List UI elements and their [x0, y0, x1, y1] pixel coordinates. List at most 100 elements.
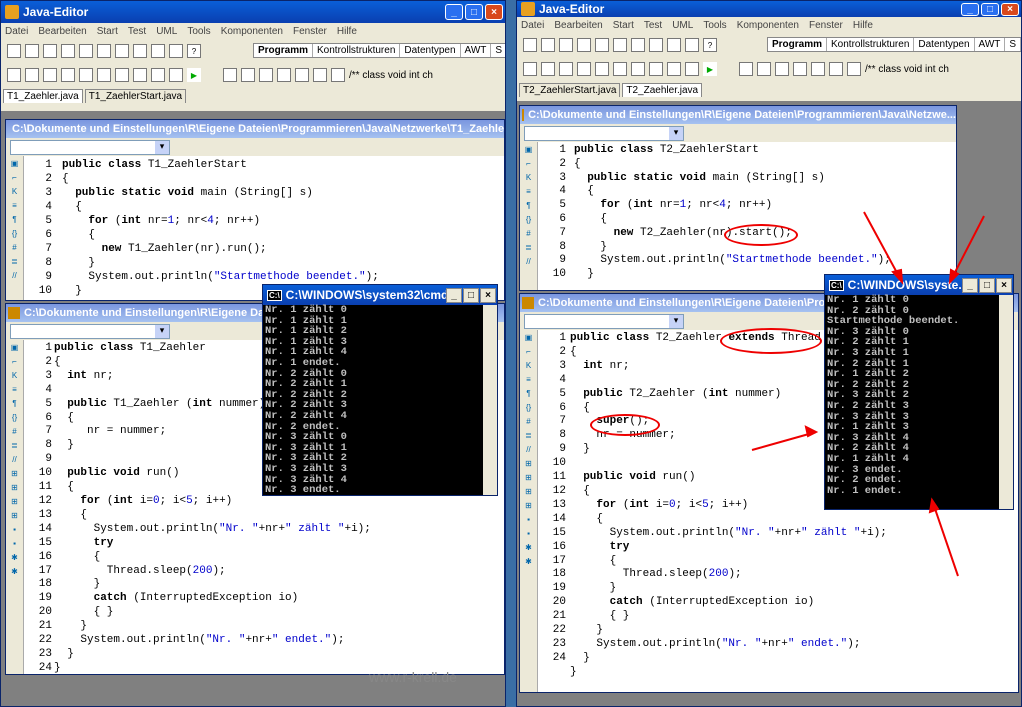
right-sub1-titlebar[interactable]: C:\Dokumente und Einstellungen\R\Eigene … — [520, 106, 956, 124]
tab-datentypen[interactable]: Datentypen — [914, 38, 975, 51]
tab-awt[interactable]: AWT — [975, 38, 1006, 51]
minimize-button[interactable]: _ — [445, 4, 463, 20]
cut-icon[interactable] — [559, 62, 573, 76]
cmd2-titlebar[interactable]: C:\ C:\WINDOWS\syste... _ □ × — [825, 275, 1013, 295]
font-icon[interactable] — [115, 68, 129, 82]
new-file-icon[interactable] — [523, 38, 537, 52]
panel-icon[interactable] — [241, 68, 255, 82]
menu-start[interactable]: Start — [613, 20, 634, 31]
menu-fenster[interactable]: Fenster — [293, 26, 327, 37]
menu-test[interactable]: Test — [644, 20, 662, 31]
copy-icon[interactable] — [577, 62, 591, 76]
structure-icon[interactable] — [685, 38, 699, 52]
menu-uml[interactable]: UML — [672, 20, 693, 31]
globe-icon[interactable] — [277, 68, 291, 82]
new-file-icon[interactable] — [7, 44, 21, 58]
menu-start[interactable]: Start — [97, 26, 118, 37]
indent-icon[interactable] — [133, 68, 147, 82]
cmd-window-1[interactable]: C:\ C:\WINDOWS\system32\cmd.exe _ □ × Nr… — [262, 284, 498, 496]
cut-icon[interactable] — [43, 68, 57, 82]
file-tab-t1-zaehler[interactable]: T1_Zaehler.java — [3, 89, 83, 103]
textfield-icon[interactable] — [829, 62, 843, 76]
redo-icon[interactable] — [541, 62, 555, 76]
file-tab-t2-zaehler[interactable]: T2_Zaehler.java — [622, 83, 703, 97]
class-icon[interactable] — [667, 38, 681, 52]
comment-icon[interactable] — [685, 62, 699, 76]
right-sub-window-start[interactable]: C:\Dokumente und Einstellungen\R\Eigene … — [519, 105, 957, 291]
maximize-button[interactable]: □ — [981, 2, 999, 16]
button-comp-icon[interactable] — [259, 68, 273, 82]
right-sub1-code[interactable]: public class T2_ZaehlerStart { public st… — [574, 144, 891, 282]
menu-bearbeiten[interactable]: Bearbeiten — [38, 26, 86, 37]
copy-icon[interactable] — [61, 68, 75, 82]
file-tab-t1-zaehlerstart[interactable]: T1_ZaehlerStart.java — [84, 89, 187, 103]
redo-icon[interactable] — [25, 68, 39, 82]
cmd1-scrollbar[interactable] — [483, 305, 497, 495]
tab-kontrollstrukturen[interactable]: Kontrollstrukturen — [827, 38, 915, 51]
run-icon[interactable]: ▶ — [703, 62, 717, 76]
comment-icon[interactable] — [169, 68, 183, 82]
tab-programm[interactable]: Programm — [768, 38, 828, 51]
maximize-button[interactable]: □ — [979, 277, 995, 293]
find-icon[interactable] — [613, 62, 627, 76]
right-sub1-class-combo[interactable] — [520, 124, 956, 142]
print-icon[interactable] — [79, 44, 93, 58]
cmd2-scrollbar[interactable] — [999, 295, 1013, 509]
outdent-icon[interactable] — [151, 68, 165, 82]
menu-komponenten[interactable]: Komponenten — [221, 26, 283, 37]
check-icon[interactable] — [115, 44, 129, 58]
minimize-button[interactable]: _ — [961, 2, 979, 16]
run-icon[interactable]: ▶ — [187, 68, 201, 82]
tab-datentypen[interactable]: Datentypen — [400, 44, 461, 57]
outdent-icon[interactable] — [667, 62, 681, 76]
help-icon[interactable]: ? — [703, 38, 717, 52]
applet-icon[interactable] — [649, 38, 663, 52]
save-all-icon[interactable] — [61, 44, 75, 58]
menu-datei[interactable]: Datei — [521, 20, 544, 31]
open-folder-icon[interactable] — [541, 38, 555, 52]
frame-icon[interactable] — [739, 62, 753, 76]
left-sub1-titlebar[interactable]: C:\Dokumente und Einstellungen\R\Eigene … — [6, 120, 504, 138]
minimize-button[interactable]: _ — [446, 287, 462, 303]
compile-icon[interactable] — [613, 38, 627, 52]
left-titlebar[interactable]: Java-Editor _ □ × — [1, 1, 505, 23]
left-sub1-class-combo[interactable] — [6, 138, 504, 156]
menu-uml[interactable]: UML — [156, 26, 177, 37]
menu-datei[interactable]: Datei — [5, 26, 28, 37]
cmd-window-2[interactable]: C:\ C:\WINDOWS\syste... _ □ × Nr. 1 zähl… — [824, 274, 1014, 510]
menu-fenster[interactable]: Fenster — [809, 20, 843, 31]
paste-icon[interactable] — [595, 62, 609, 76]
indent-icon[interactable] — [649, 62, 663, 76]
paste-icon[interactable] — [79, 68, 93, 82]
button-comp-icon[interactable] — [775, 62, 789, 76]
save-icon[interactable] — [43, 44, 57, 58]
close-button[interactable]: × — [485, 4, 503, 20]
globe2-icon[interactable] — [331, 68, 345, 82]
tab-s[interactable]: S — [1005, 38, 1021, 51]
left-sub-window-start[interactable]: C:\Dokumente und Einstellungen\R\Eigene … — [5, 119, 505, 301]
minimize-button[interactable]: _ — [962, 277, 978, 293]
label-icon[interactable] — [811, 62, 825, 76]
print-icon[interactable] — [595, 38, 609, 52]
label-icon[interactable] — [295, 68, 309, 82]
left-sub1-code[interactable]: public class T1_ZaehlerStart { public st… — [62, 158, 379, 298]
panel-icon[interactable] — [757, 62, 771, 76]
textfield-icon[interactable] — [313, 68, 327, 82]
close-button[interactable]: × — [1001, 2, 1019, 16]
tab-kontrollstrukturen[interactable]: Kontrollstrukturen — [313, 44, 401, 57]
globe-icon[interactable] — [793, 62, 807, 76]
menu-hilfe[interactable]: Hilfe — [853, 20, 873, 31]
compile-icon[interactable] — [97, 44, 111, 58]
menu-bearbeiten[interactable]: Bearbeiten — [554, 20, 602, 31]
tab-s[interactable]: S — [491, 44, 505, 57]
applet-icon[interactable] — [133, 44, 147, 58]
structure-icon[interactable] — [169, 44, 183, 58]
globe2-icon[interactable] — [847, 62, 861, 76]
font-icon[interactable] — [631, 62, 645, 76]
frame-icon[interactable] — [223, 68, 237, 82]
cmd1-titlebar[interactable]: C:\ C:\WINDOWS\system32\cmd.exe _ □ × — [263, 285, 497, 305]
save-all-icon[interactable] — [577, 38, 591, 52]
menu-tools[interactable]: Tools — [187, 26, 210, 37]
tab-programm[interactable]: Programm — [254, 44, 314, 57]
undo-icon[interactable] — [7, 68, 21, 82]
